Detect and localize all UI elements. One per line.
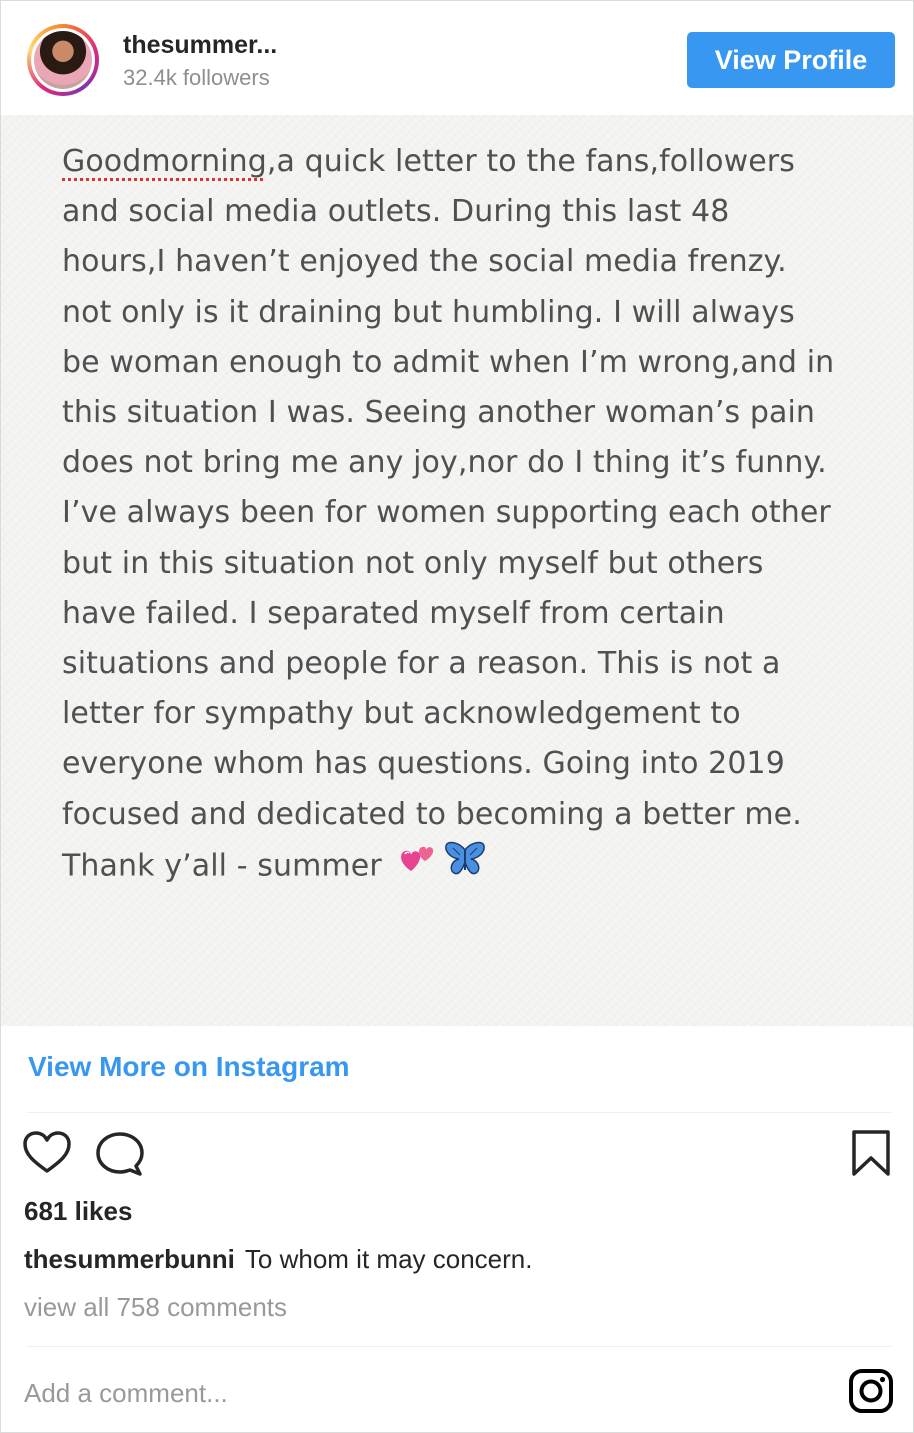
caption: thesummerbunni To whom it may concern.	[24, 1244, 532, 1275]
view-all-comments-link[interactable]: view all 758 comments	[24, 1292, 287, 1323]
note-text: Goodmorning,a quick letter to the fans,f…	[62, 137, 882, 894]
follower-count: 32.4k followers	[123, 65, 270, 90]
view-more-on-instagram-link[interactable]: View More on Instagram	[28, 1051, 350, 1083]
caption-text: To whom it may concern.	[244, 1244, 533, 1274]
revolving-hearts-icon	[397, 841, 437, 893]
divider	[27, 1112, 891, 1113]
note-first-word: Goodmorning	[62, 144, 267, 179]
butterfly-icon	[443, 840, 487, 894]
divider	[27, 1346, 891, 1347]
avatar-image	[34, 31, 92, 89]
heart-icon[interactable]	[23, 1131, 71, 1175]
comment-input[interactable]	[24, 1371, 804, 1415]
instagram-embed: thesummer... 32.4k followers View Profil…	[0, 0, 914, 1433]
post-header: thesummer... 32.4k followers View Profil…	[1, 1, 913, 115]
instagram-logo-icon[interactable]	[848, 1368, 894, 1414]
username[interactable]: thesummer...	[123, 31, 277, 60]
comment-icon[interactable]	[96, 1131, 144, 1177]
note-body: ,a quick letter to the fans,followers an…	[62, 144, 835, 884]
caption-username[interactable]: thesummerbunni	[24, 1244, 235, 1274]
post-image[interactable]: Goodmorning,a quick letter to the fans,f…	[1, 115, 913, 1026]
like-count[interactable]: 681 likes	[24, 1196, 132, 1227]
avatar-border	[31, 28, 95, 92]
view-profile-button[interactable]: View Profile	[687, 32, 895, 88]
bookmark-icon[interactable]	[851, 1129, 891, 1177]
avatar[interactable]	[27, 24, 99, 96]
